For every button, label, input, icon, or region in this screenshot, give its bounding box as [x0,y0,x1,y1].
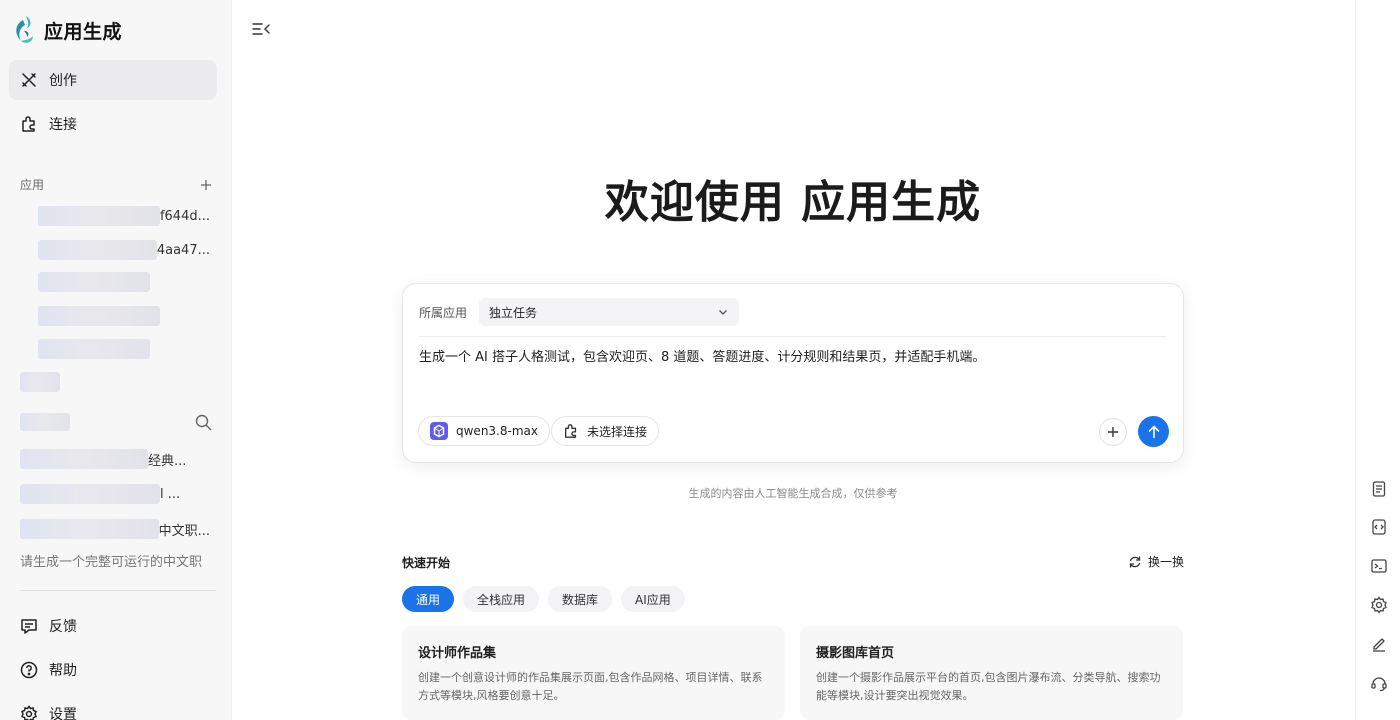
refresh-button[interactable]: 换一换 [1128,553,1184,570]
sidebar: 应用生成 创作 连接 应用 f644d... 4aa47... 经典... l … [0,0,232,720]
nav-help-label: 帮助 [49,663,77,679]
tab-general[interactable]: 通用 [402,586,455,612]
history-item-label: 中文职... [158,523,210,539]
right-toolbar [1355,0,1400,720]
search-icon[interactable] [195,414,212,431]
apps-section-header: 应用 [20,176,212,193]
logo-icon [12,14,36,46]
nav-create-label: 创作 [49,73,77,89]
nav-settings-label: 设置 [49,707,77,720]
history-item-label: 请生成一个完整可运行的中文职 [20,555,203,567]
blurred-text [20,372,60,392]
app-select-label: 所属应用 [419,305,468,320]
nav-feedback-label: 反馈 [49,619,77,635]
history-section-header [20,413,212,431]
tab-fullstack[interactable]: 全栈应用 [463,586,540,612]
blurred-text [38,339,150,359]
chevron-down-icon [717,306,729,318]
terminal-icon[interactable] [1370,557,1388,575]
blurred-text [38,240,157,260]
document-icon[interactable] [1370,480,1388,498]
app-select[interactable]: 独立任务 [479,298,740,326]
gear-icon[interactable] [1370,596,1388,614]
blurred-text [20,484,160,504]
app-item[interactable] [20,338,210,360]
history-item[interactable]: 经典... [20,448,210,470]
app-item[interactable] [20,305,210,327]
template-card-desc: 创建一个创意设计师的作品集展示页面,包含作品网格、项目详情、联系方式等模块,风格… [418,671,763,702]
history-item-label: 经典... [148,453,187,469]
send-icon [1147,424,1161,439]
tab-ai-app[interactable]: AI应用 [621,586,685,612]
nav-connect[interactable]: 连接 [9,104,217,144]
blurred-text [38,306,160,326]
blurred-text [38,206,160,226]
model-select-button[interactable]: qwen3.8-max [418,416,550,446]
blurred-text [20,519,159,539]
tab-database[interactable]: 数据库 [548,586,613,612]
feedback-icon [20,617,38,635]
connect-icon [20,115,38,133]
settings-icon [20,705,38,720]
brand[interactable]: 应用生成 [12,14,122,46]
sidebar-divider [20,590,216,591]
history-item[interactable]: 请生成一个完整可运行的中文职 [20,551,210,567]
sidebar-toggle-icon[interactable] [251,20,271,38]
template-card-title: 摄影图库首页 [816,646,895,661]
quick-start-title: 快速开始 [402,556,451,570]
section-label-blurred [20,371,210,393]
nav-help[interactable]: 帮助 [9,650,217,690]
template-card[interactable]: 设计师作品集 创建一个创意设计师的作品集展示页面,包含作品网格、项目详情、联系方… [402,626,785,720]
model-label: qwen3.8-max [456,424,538,438]
app-item[interactable] [20,271,210,293]
support-icon[interactable] [1370,674,1388,692]
add-icon[interactable] [200,179,212,191]
refresh-icon [1128,555,1142,569]
history-item[interactable]: 中文职... [20,518,210,540]
nav-feedback[interactable]: 反馈 [9,606,217,646]
app-select-value: 独立任务 [489,305,538,320]
blurred-text [20,449,148,469]
apps-section-title: 应用 [20,178,45,192]
connection-select-button[interactable]: 未选择连接 [551,416,660,446]
connection-label: 未选择连接 [587,424,648,439]
nav-connect-label: 连接 [49,117,77,133]
app-item-label: 4aa47... [156,242,210,258]
history-item-label: l ... [160,486,181,502]
model-icon [430,422,448,440]
ai-disclaimer: 生成的内容由人工智能生成合成，仅供参考 [688,487,898,500]
quick-start-tabs: 通用 全栈应用 数据库 AI应用 [402,586,685,612]
app-title: 应用生成 [44,20,123,43]
history-item[interactable]: l ... [20,483,210,505]
plug-icon [563,423,579,439]
create-icon [20,71,38,89]
blurred-text [38,272,150,292]
edit-icon[interactable] [1370,635,1388,653]
template-card-desc: 创建一个摄影作品展示平台的首页,包含图片瀑布流、分类导航、搜索功能等模块,设计要… [816,671,1161,702]
app-item-label: f644d... [159,208,210,224]
app-item[interactable]: f644d... [20,205,210,227]
refresh-label: 换一换 [1148,555,1185,569]
prompt-input[interactable]: 生成一个 AI 搭子人格测试，包含欢迎页、8 道题、答题进度、计分规则和结果页，… [419,348,1167,368]
composer: 所属应用 独立任务 生成一个 AI 搭子人格测试，包含欢迎页、8 道题、答题进度… [402,283,1184,463]
welcome-heading: 欢迎使用 应用生成 [604,177,982,228]
nav-create[interactable]: 创作 [9,60,217,100]
attach-button[interactable] [1099,418,1127,446]
app-select-row: 所属应用 独立任务 [419,298,740,326]
nav-settings[interactable]: 设置 [9,694,217,720]
send-button[interactable] [1138,416,1169,447]
template-card-title: 设计师作品集 [418,646,497,661]
app-item[interactable]: 4aa47... [20,239,210,261]
code-icon[interactable] [1370,518,1388,536]
help-icon [20,661,38,679]
template-card[interactable]: 摄影图库首页 创建一个摄影作品展示平台的首页,包含图片瀑布流、分类导航、搜索功能… [800,626,1183,720]
composer-divider [419,336,1167,337]
add-icon [1107,426,1119,438]
blurred-text [20,413,70,431]
